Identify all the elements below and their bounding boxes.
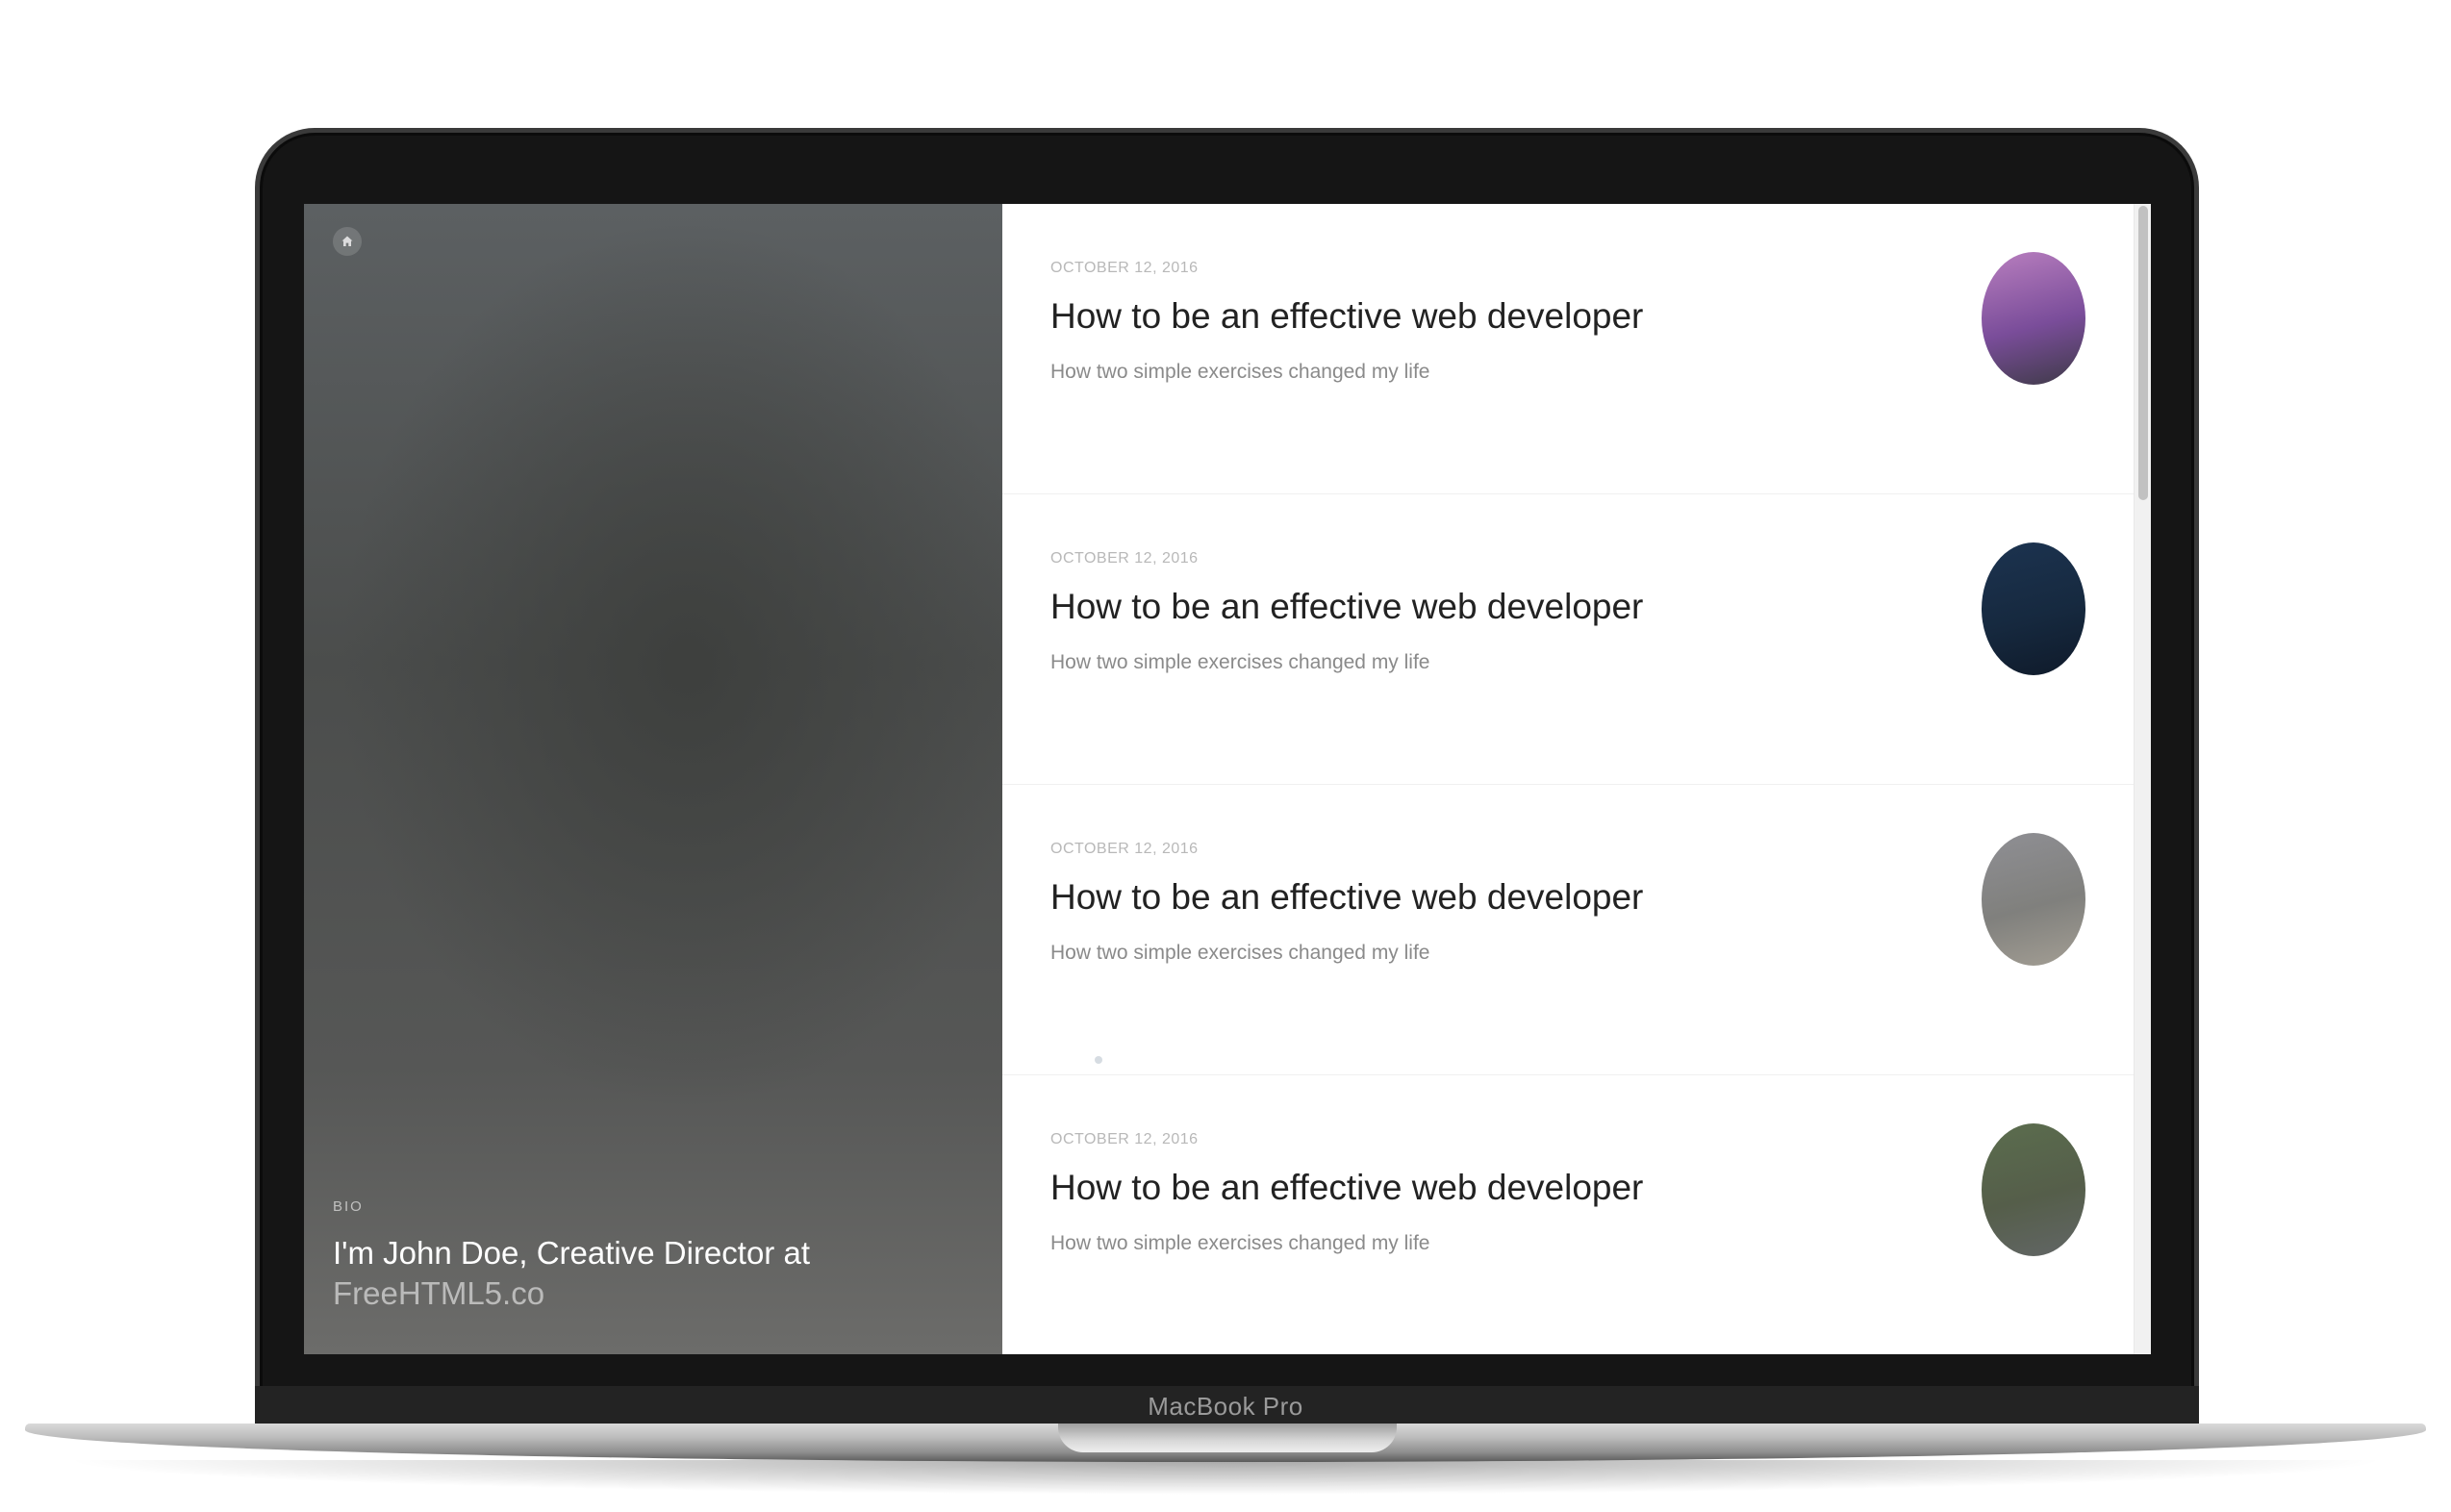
post-subtitle: How two simple exercises changed my life bbox=[1050, 361, 1430, 383]
scrollbar-thumb[interactable] bbox=[2138, 206, 2148, 500]
post-thumbnail[interactable] bbox=[1982, 252, 2085, 385]
scrollbar[interactable] bbox=[2134, 204, 2151, 1354]
laptop-shadow bbox=[58, 1460, 2393, 1495]
cursor-dot bbox=[1095, 1056, 1102, 1064]
bio-link[interactable]: FreeHTML5.co bbox=[333, 1273, 948, 1314]
post-thumbnail[interactable] bbox=[1982, 1123, 2085, 1256]
post-item[interactable]: OCTOBER 12, 2016 How to be an effective … bbox=[1002, 494, 2134, 785]
post-date: OCTOBER 12, 2016 bbox=[1050, 841, 1199, 857]
home-icon bbox=[341, 236, 353, 246]
brand-label: MacBook Pro bbox=[1148, 1392, 1303, 1421]
screen: BIO I'm John Doe, Creative Director at F… bbox=[304, 204, 2151, 1354]
bio-text: I'm John Doe, Creative Director at FreeH… bbox=[333, 1233, 948, 1314]
post-date: OCTOBER 12, 2016 bbox=[1050, 260, 1199, 276]
post-title[interactable]: How to be an effective web developer bbox=[1050, 587, 1643, 627]
post-subtitle: How two simple exercises changed my life bbox=[1050, 651, 1430, 673]
post-date: OCTOBER 12, 2016 bbox=[1050, 550, 1199, 567]
post-item[interactable]: OCTOBER 12, 2016 How to be an effective … bbox=[1002, 785, 2134, 1075]
post-title[interactable]: How to be an effective web developer bbox=[1050, 1168, 1643, 1208]
post-item[interactable]: OCTOBER 12, 2016 How to be an effective … bbox=[1002, 204, 2134, 494]
post-subtitle: How two simple exercises changed my life bbox=[1050, 942, 1430, 964]
post-thumbnail[interactable] bbox=[1982, 542, 2085, 675]
bio-text-main: I'm John Doe, Creative Director at bbox=[333, 1235, 810, 1271]
bio-label: BIO bbox=[333, 1198, 364, 1215]
post-date: OCTOBER 12, 2016 bbox=[1050, 1131, 1199, 1147]
hero-sidebar: BIO I'm John Doe, Creative Director at F… bbox=[304, 204, 1002, 1354]
home-button[interactable] bbox=[333, 227, 362, 256]
post-list: OCTOBER 12, 2016 How to be an effective … bbox=[1002, 204, 2151, 1354]
post-title[interactable]: How to be an effective web developer bbox=[1050, 877, 1643, 918]
post-title[interactable]: How to be an effective web developer bbox=[1050, 296, 1643, 337]
post-thumbnail[interactable] bbox=[1982, 833, 2085, 966]
post-item[interactable]: OCTOBER 12, 2016 How to be an effective … bbox=[1002, 1075, 2134, 1354]
post-subtitle: How two simple exercises changed my life bbox=[1050, 1232, 1430, 1254]
laptop-notch bbox=[1058, 1424, 1397, 1452]
